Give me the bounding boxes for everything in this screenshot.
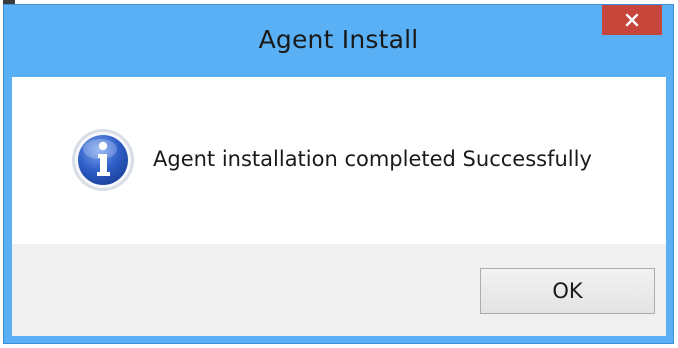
dialog-window: Agent Install Agent installation complet… xyxy=(3,4,674,344)
close-icon xyxy=(625,13,639,27)
window-title: Agent Install xyxy=(258,25,419,54)
info-icon xyxy=(72,129,134,191)
dialog-body: Agent installation completed Successfull… xyxy=(12,77,666,336)
message-area: Agent installation completed Successfull… xyxy=(12,77,666,244)
ok-button[interactable]: OK xyxy=(480,268,655,314)
title-bar[interactable]: Agent Install xyxy=(4,5,673,77)
close-button[interactable] xyxy=(602,5,662,35)
dialog-message: Agent installation completed Successfull… xyxy=(153,147,592,171)
